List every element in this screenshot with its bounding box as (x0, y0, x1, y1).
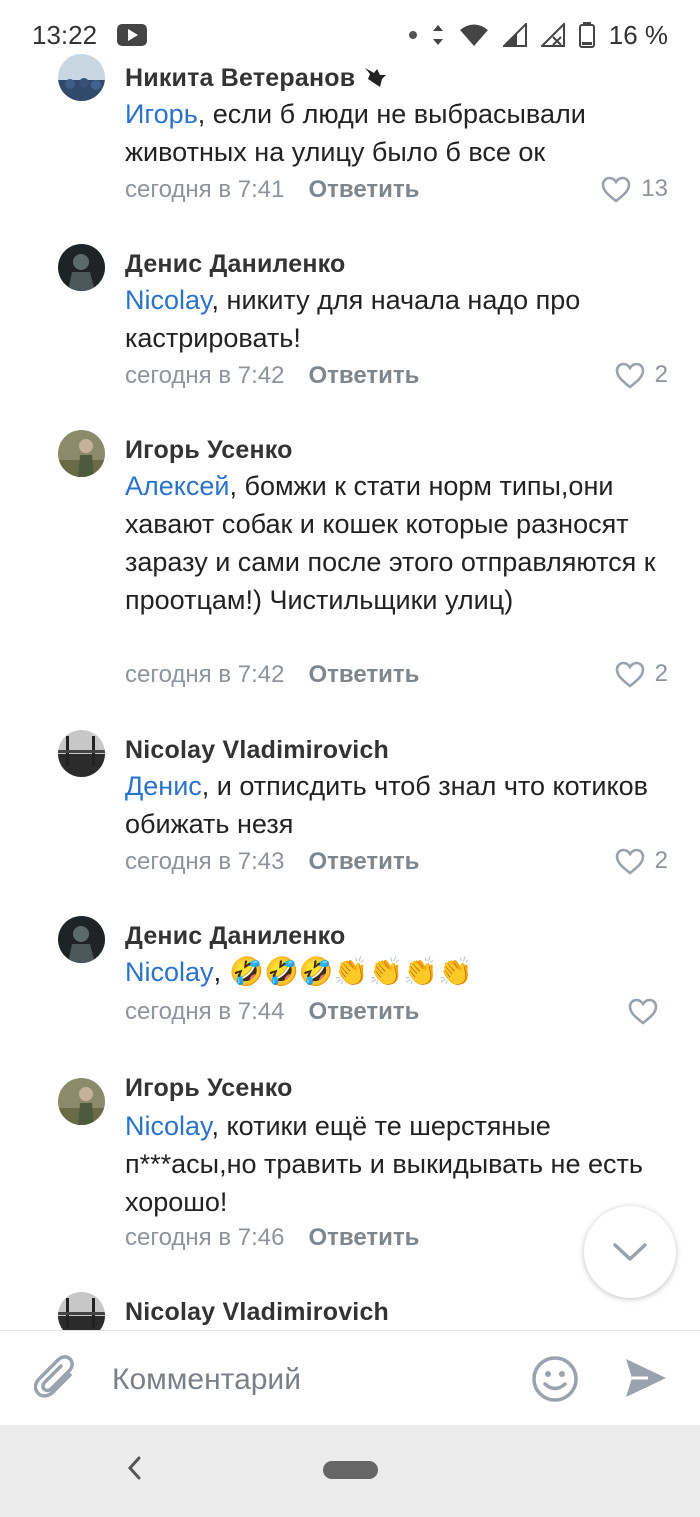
comment-meta: сегодня в 7:44 Ответить (125, 998, 419, 1026)
comment-meta: сегодня в 7:43 Ответить (125, 848, 419, 876)
dot-icon (408, 31, 417, 39)
author-name[interactable]: Денис Даниленко (125, 250, 346, 279)
avatar[interactable] (58, 430, 105, 477)
comment-meta: сегодня в 7:42 Ответить (125, 661, 419, 689)
comment-text: Игорь, если б люди не выбрасывали животн… (125, 95, 665, 171)
avatar[interactable] (58, 1292, 105, 1330)
reply-button[interactable]: Ответить (308, 998, 419, 1026)
author-name[interactable]: Денис Даниленко (125, 922, 346, 951)
mention-link[interactable]: Алексей (125, 471, 230, 501)
comment-body: , и отписдить чтоб знал что котиков обиж… (125, 771, 648, 839)
like-count: 2 (654, 847, 668, 874)
comment-meta: сегодня в 7:42 Ответить (125, 362, 419, 390)
avatar[interactable] (58, 244, 105, 291)
like-button[interactable] (628, 998, 668, 1025)
mention-link[interactable]: Nicolay (125, 957, 214, 987)
chevron-down-icon (613, 1243, 647, 1261)
heart-icon (615, 661, 644, 688)
heart-icon (615, 362, 644, 389)
comment-text: Денис, и отписдить чтоб знал что котиков… (125, 767, 665, 843)
heart-icon (601, 176, 631, 203)
author-name[interactable]: Игорь Усенко (125, 436, 293, 465)
mention-link[interactable]: Денис (125, 771, 202, 801)
comments-feed[interactable]: Никита Ветеранов Игорь, если б люди не в… (0, 40, 700, 1330)
comment-time: сегодня в 7:42 (125, 661, 285, 688)
smile-icon[interactable] (531, 1355, 579, 1403)
avatar[interactable] (58, 1078, 105, 1125)
reply-button[interactable]: Ответить (308, 362, 419, 390)
comment-time: сегодня в 7:43 (125, 848, 285, 875)
comment-time: сегодня в 7:42 (125, 362, 285, 389)
stag-icon (365, 68, 387, 87)
like-count: 13 (641, 175, 668, 202)
heart-icon (615, 848, 644, 875)
reply-button[interactable]: Ответить (308, 848, 419, 876)
reply-button[interactable]: Ответить (308, 1224, 419, 1252)
comment-time: сегодня в 7:44 (125, 998, 285, 1025)
comment-text: Алексей, бомжи к стати норм типы,они хав… (125, 467, 665, 619)
comment-text: Nicolay, 🤣🤣🤣👏👏👏👏 (125, 953, 665, 991)
paperclip-icon[interactable] (34, 1355, 80, 1403)
comment-meta: сегодня в 7:46 Ответить (125, 1224, 419, 1252)
comment-body: , 🤣🤣🤣👏👏👏👏 (213, 956, 474, 987)
mention-link[interactable]: Nicolay (125, 1111, 212, 1141)
author-name-text: Никита Ветеранов (125, 64, 356, 92)
author-name[interactable]: Nicolay Vladimirovich (125, 1298, 389, 1327)
avatar[interactable] (58, 54, 105, 101)
like-count: 2 (654, 361, 668, 388)
comment-composer (0, 1330, 700, 1427)
reply-button[interactable]: Ответить (308, 176, 419, 204)
like-button[interactable]: 2 (615, 361, 668, 389)
comment-input[interactable] (110, 1357, 504, 1403)
like-button[interactable]: 2 (615, 847, 668, 875)
mention-link[interactable]: Nicolay (125, 285, 212, 315)
comment-time: сегодня в 7:46 (125, 1224, 285, 1251)
avatar[interactable] (58, 730, 105, 777)
mention-link[interactable]: Игорь (125, 99, 198, 129)
author-name[interactable]: Nicolay Vladimirovich (125, 736, 389, 765)
reply-button[interactable]: Ответить (308, 661, 419, 689)
send-icon[interactable] (624, 1357, 668, 1399)
like-button[interactable]: 13 (601, 175, 668, 203)
like-count: 2 (654, 660, 668, 687)
comment-meta: сегодня в 7:41 Ответить (125, 176, 419, 204)
comment-text: Nicolay, никиту для начала надо про каст… (125, 281, 665, 357)
heart-icon (628, 998, 658, 1025)
like-button[interactable]: 2 (615, 660, 668, 688)
author-name[interactable]: Игорь Усенко (125, 1074, 293, 1103)
home-pill-icon[interactable] (323, 1461, 378, 1479)
author-name[interactable]: Никита Ветеранов (125, 64, 388, 93)
comment-text: Nicolay, котики ещё те шерстяные п***асы… (125, 1107, 665, 1221)
avatar[interactable] (58, 916, 105, 963)
back-chevron-icon[interactable] (126, 1455, 142, 1481)
comment-time: сегодня в 7:41 (125, 176, 285, 203)
scroll-down-button[interactable] (584, 1206, 676, 1298)
